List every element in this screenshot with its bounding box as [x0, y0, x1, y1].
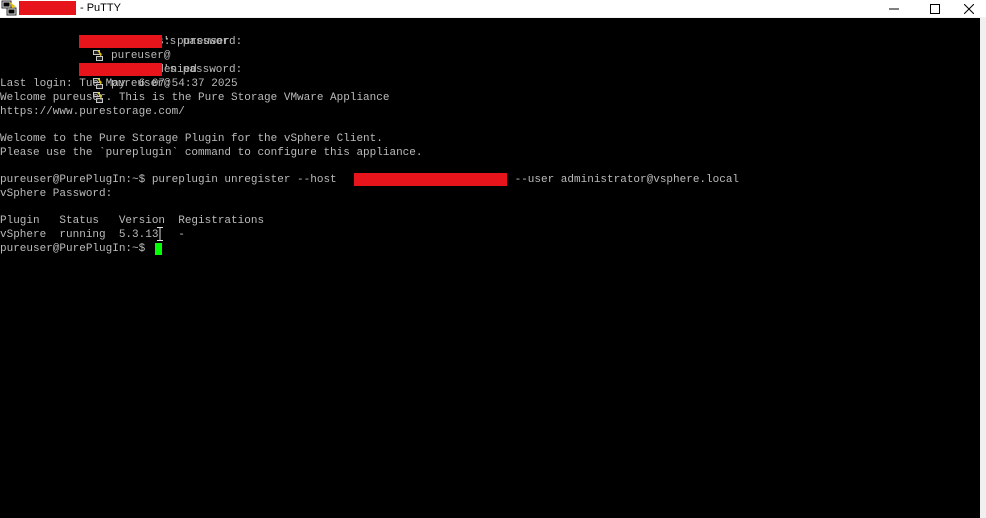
- terminal-line: Welcome to the Pure Storage Plugin for t…: [0, 133, 383, 145]
- redacted-host-address: [354, 173, 507, 186]
- redacted-hostname: [79, 63, 162, 76]
- terminal-line: vSphere Password:: [0, 188, 113, 200]
- redacted-session-name: [19, 1, 76, 15]
- maximize-icon: [930, 3, 940, 14]
- minimize-icon: [889, 8, 899, 9]
- prompt-line: pureuser@PurePlugIn:~$: [0, 243, 152, 255]
- terminal-line-suffix: --user administrator@vsphere.local: [508, 174, 740, 186]
- redacted-hostname: [79, 35, 162, 48]
- terminal-line-suffix: 's password:: [163, 36, 243, 48]
- close-icon: [964, 3, 974, 14]
- close-button[interactable]: [952, 0, 986, 17]
- title-bar[interactable]: - PuTTY: [0, 0, 986, 17]
- vertical-scrollbar[interactable]: [980, 18, 986, 518]
- terminal-cursor: [155, 243, 162, 255]
- terminal-line-suffix: 's password:: [163, 64, 243, 76]
- putty-window: - PuTTY login as: pureuser pureuser@ 's …: [0, 0, 986, 518]
- terminal-line: Please use the `pureplugin` command to c…: [0, 147, 423, 159]
- terminal-line: Last login: Tue May 6 07:54:37 2025: [0, 78, 238, 90]
- minimize-button[interactable]: [877, 0, 911, 17]
- window-title: - PuTTY: [80, 2, 121, 14]
- table-header-line: Plugin Status Version Registrations: [0, 215, 265, 227]
- terminal-line: https://www.purestorage.com/: [0, 106, 185, 118]
- maximize-button[interactable]: [918, 0, 952, 17]
- text-cursor-icon: [157, 226, 163, 241]
- terminal-area[interactable]: login as: pureuser pureuser@ 's password…: [0, 18, 980, 518]
- terminal-line: Access denied: [0, 49, 197, 89]
- putty-icon[interactable]: [1, 0, 17, 16]
- terminal-line: login as: pureuser: [0, 21, 230, 61]
- terminal-line: Welcome pureuser. This is the Pure Stora…: [0, 92, 390, 104]
- terminal-line: pureuser@PurePlugIn:~$ pureplugin unregi…: [0, 174, 344, 186]
